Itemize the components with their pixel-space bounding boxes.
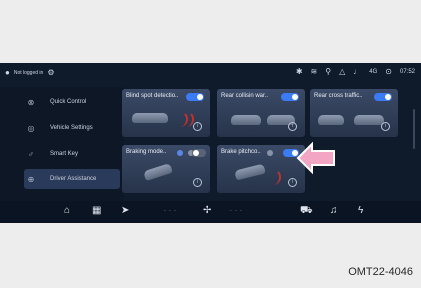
toggle-knob (292, 94, 298, 100)
scrollbar[interactable] (413, 109, 415, 149)
sidebar-item-smart-key[interactable]: ♂ Smart Key (24, 144, 124, 164)
status-left: ● Not logged in ⚙ (5, 69, 54, 77)
card-title: Braking mode.. (126, 149, 167, 155)
phone-icon[interactable]: ϟ (358, 206, 363, 216)
quick-control-icon: ⊗ (27, 97, 35, 107)
user-icon[interactable]: ● (5, 69, 10, 77)
infotainment-screen: ● Not logged in ⚙ ✱ ≋ ⚲ △ ♩ 4G ⊙ 07:52 ⊗… (0, 63, 421, 223)
status-right: ✱ ≋ ⚲ △ ♩ 4G ⊙ 07:52 (296, 68, 415, 76)
vehicle-settings-icon: ◎ (27, 123, 35, 133)
temperature-left[interactable]: - - - (164, 208, 177, 214)
status-bar: ● Not logged in ⚙ ✱ ≋ ⚲ △ ♩ 4G ⊙ 07:52 (0, 63, 421, 83)
settings-icon[interactable]: ⚙ (47, 69, 54, 77)
car-illustration (132, 113, 168, 123)
car-illustration (234, 163, 266, 181)
card-title: Rear cross traffic.. (314, 93, 363, 99)
toggle-knob (385, 94, 391, 100)
card-rear-cross-traffic[interactable]: Rear cross traffic.. i (310, 89, 398, 137)
driver-assistance-icon: ⊕ (27, 174, 35, 184)
home-icon[interactable]: ⌂ (64, 206, 70, 216)
option-dot[interactable] (177, 150, 183, 156)
mute-icon: ♩ (353, 67, 362, 76)
car-illustration (143, 162, 173, 182)
car-illustration (231, 115, 261, 125)
navigation-icon[interactable]: ➤ (121, 206, 129, 216)
blind-spot-toggle[interactable] (186, 93, 204, 101)
braking-mode-switch[interactable] (192, 149, 206, 157)
sidebar: ⊗ Quick Control ◎ Vehicle Settings ♂ Sma… (0, 87, 124, 207)
music-icon[interactable]: ♫ (330, 206, 338, 216)
sidebar-item-label: Driver Assistance (50, 176, 97, 182)
card-braking-mode[interactable]: Braking mode.. i (122, 145, 210, 193)
sidebar-item-vehicle-settings[interactable]: ◎ Vehicle Settings (24, 118, 124, 138)
info-icon[interactable]: i (381, 122, 390, 131)
sidebar-item-quick-control[interactable]: ⊗ Quick Control (24, 92, 124, 112)
apps-icon[interactable]: ▦ (92, 206, 101, 216)
option-dot[interactable] (267, 150, 273, 156)
info-icon[interactable]: i (193, 122, 202, 131)
rear-cross-traffic-toggle[interactable] (374, 93, 392, 101)
temperature-right[interactable]: - - - (230, 208, 243, 214)
info-icon[interactable]: i (288, 122, 297, 131)
gps-icon: ⊙ (385, 67, 392, 76)
card-rear-collision[interactable]: Rear collisin war.. i (217, 89, 305, 137)
toggle-knob (193, 150, 199, 156)
profile-label[interactable]: Not logged in (14, 70, 43, 76)
car-illustration (318, 115, 344, 125)
car-illustration (354, 115, 384, 125)
rear-collision-toggle[interactable] (281, 93, 299, 101)
card-title: Blind spot detectio.. (126, 93, 179, 99)
info-icon[interactable]: i (288, 178, 297, 187)
toggle-knob (197, 94, 203, 100)
highlight-arrow-icon (296, 141, 335, 175)
info-icon[interactable]: i (193, 178, 202, 187)
motion-wave-icon (265, 169, 281, 185)
bottom-bar: ⌂ ▦ ➤ - - - ✢ - - - ⛟ ♫ ϟ (0, 201, 421, 223)
sidebar-item-label: Vehicle Settings (50, 125, 93, 131)
card-title: Brake pitchco.. (221, 149, 261, 155)
sidebar-item-label: Quick Control (50, 99, 87, 105)
bluetooth-icon: ✱ (295, 67, 303, 76)
card-blind-spot[interactable]: Blind spot detectio.. i (122, 89, 210, 137)
clock: 07:52 (399, 69, 415, 75)
fan-icon[interactable]: ✢ (203, 206, 211, 216)
signal-icon: ⚲ (325, 67, 332, 76)
network-label: 4G (369, 69, 378, 75)
sidebar-item-label: Smart Key (50, 151, 79, 157)
car-icon[interactable]: ⛟ (300, 206, 313, 216)
smart-key-icon: ♂ (28, 149, 34, 159)
card-title: Rear collisin war.. (221, 93, 269, 99)
wifi-off-icon: ≋ (310, 67, 318, 76)
figure-caption: OMT22-4046 (348, 266, 413, 278)
radar-wave-icon (178, 111, 194, 127)
card-brake-pitch-control[interactable]: Brake pitchco.. i (217, 145, 305, 193)
sidebar-item-driver-assistance[interactable]: ⊕ Driver Assistance (24, 169, 120, 189)
warning-icon: △ (339, 67, 346, 76)
